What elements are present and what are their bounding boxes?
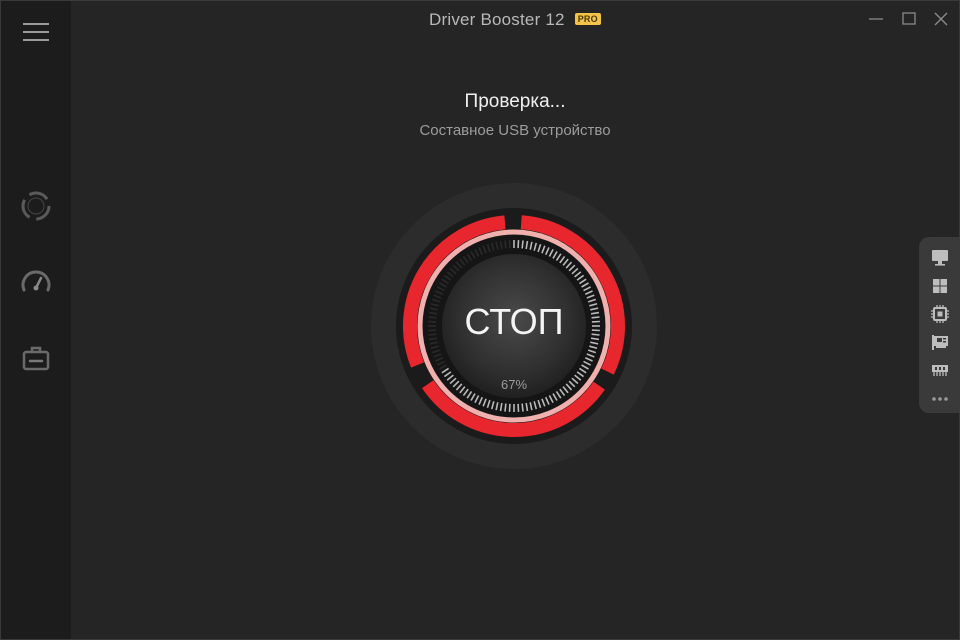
progress-tick [504, 240, 507, 249]
more-icon[interactable] [929, 389, 951, 409]
progress-tick [521, 403, 524, 412]
maximize-button[interactable] [899, 9, 919, 29]
sidebar [1, 1, 71, 639]
pro-badge: PRO [574, 13, 601, 25]
progress-tick [521, 240, 524, 249]
progress-percent: 67% [500, 377, 528, 392]
scan-icon[interactable] [19, 189, 53, 223]
network-card-icon[interactable] [929, 332, 951, 352]
toolbox-icon[interactable] [19, 342, 53, 376]
device-category-panel [919, 237, 960, 413]
app-title-text: Driver Booster 12 [429, 10, 565, 29]
monitor-icon[interactable] [929, 247, 951, 267]
status-title: Проверка... [464, 91, 566, 112]
memory-icon[interactable] [929, 359, 951, 379]
app-window: Driver Booster 12 PRO Проверка... Составн… [0, 0, 960, 640]
speedometer-icon[interactable] [19, 266, 53, 300]
stop-button[interactable]: СТОП [371, 301, 657, 343]
hamburger-menu-icon[interactable] [23, 23, 49, 43]
title-bar: Driver Booster 12 PRO [71, 1, 959, 37]
status-subtitle: Составное USB устройство [419, 122, 611, 139]
close-button[interactable] [931, 9, 951, 29]
chip-icon[interactable] [929, 304, 951, 324]
windows-icon[interactable] [929, 276, 951, 296]
minimize-button[interactable] [866, 9, 886, 29]
progress-tick [504, 403, 507, 412]
app-title: Driver Booster 12 PRO [429, 10, 601, 30]
